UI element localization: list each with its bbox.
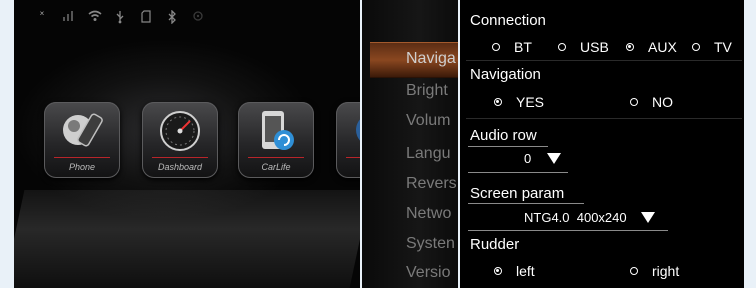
app-phone[interactable]: Phone [44,102,120,178]
radio-off-icon [492,43,500,51]
close-icon: × [39,9,45,18]
radio-label: left [516,263,535,279]
app-dashboard[interactable]: Dashboard [142,102,218,178]
app-label: CarLife [261,162,291,172]
radio-off-icon [630,267,638,275]
radio-label: TV [714,39,732,55]
radio-off-icon [692,43,700,51]
radio-navigation-no[interactable]: NO [630,94,673,110]
settings-menu: Naviga Bright Volum Langu Revers Netwo S… [362,0,458,288]
signal-icon [62,10,74,24]
gps-icon [192,10,204,24]
status-bar: × [36,8,204,26]
radio-on-icon [494,267,502,275]
audio-row-dropdown[interactable]: 0 [524,151,562,166]
sd-card-icon [140,10,152,24]
dashboard-icon [160,111,200,151]
app-carlife[interactable]: CarLife [238,102,314,178]
radio-label: right [652,263,680,279]
radio-off-icon [558,43,566,51]
radio-connection-bt[interactable]: BT [492,39,532,55]
menu-item-language[interactable]: Langu [406,145,451,163]
radio-rudder-right[interactable]: right [630,263,679,279]
app-label: Dashboard [157,162,203,172]
radio-rudder-left[interactable]: left [494,263,535,279]
radio-label: USB [580,39,609,55]
usb-icon [114,10,126,24]
phone-icon [63,113,103,147]
radio-navigation-yes[interactable]: YES [494,94,544,110]
home-screen: × Phone Dashboard CarLife [14,0,360,288]
app-browser[interactable]: B [336,102,360,178]
browser-icon [356,119,360,141]
menu-item-navigation[interactable]: Naviga [406,50,456,68]
menu-item-reverse[interactable]: Revers [406,175,457,193]
menu-item-brightness[interactable]: Bright [406,82,448,100]
dropdown-arrow-icon [640,212,655,223]
menu-item-system[interactable]: Systen [406,235,455,253]
app-label: Phone [68,162,96,172]
menu-item-network[interactable]: Netwo [406,205,451,223]
menu-item-version[interactable]: Versio [406,264,450,282]
settings-panel: Connection BT USB AUX TV Navigation YES … [460,0,744,288]
radio-connection-tv[interactable]: TV [692,39,732,55]
navigation-title: Navigation [470,66,541,83]
radio-connection-aux[interactable]: AUX [626,39,677,55]
screen-param-value: NTG4.0 400x240 [524,210,627,225]
radio-label: YES [516,94,545,110]
radio-label: AUX [648,39,677,55]
menu-item-volume[interactable]: Volum [406,112,450,130]
radio-off-icon [630,98,638,106]
dropdown-arrow-icon [547,153,562,164]
audio-row-value: 0 [524,151,532,166]
radio-label: NO [652,94,673,110]
rudder-title: Rudder [470,236,520,253]
radio-connection-usb[interactable]: USB [558,39,609,55]
bluetooth-icon [166,9,178,25]
radio-on-icon [494,98,502,106]
audio-row-title: Audio row [470,127,537,144]
reflective-floor [14,190,360,288]
carlife-icon [262,111,294,150]
screen-param-dropdown[interactable]: NTG4.0 400x240 [524,210,655,225]
radio-on-icon [626,43,634,51]
radio-label: BT [514,39,532,55]
screen-param-title: Screen param [470,185,565,202]
connection-title: Connection [470,12,546,29]
app-label: B [336,162,360,172]
wifi-icon [88,10,102,24]
